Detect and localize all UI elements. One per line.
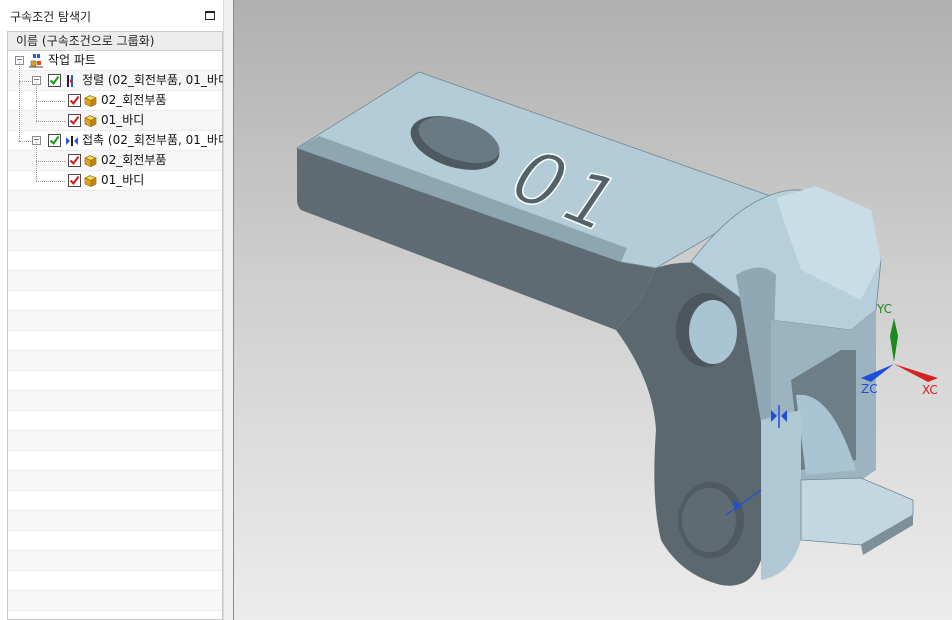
tree-row-part[interactable]: 01_바디	[8, 101, 222, 132]
empty-row	[8, 551, 222, 571]
column-header-name[interactable]: 이름 (구속조건으로 그룹화)	[8, 32, 222, 51]
tree-row-root[interactable]: − 작업 파트	[8, 51, 222, 71]
constraint-navigator-panel: 구속조건 탐색기 이름 (구속조건으로 그룹화) − 작업 파트 − 정렬 (0…	[0, 0, 234, 620]
part-cube-icon	[83, 173, 98, 192]
axis-label-x: XC	[922, 383, 938, 397]
empty-row	[8, 291, 222, 311]
empty-row	[8, 511, 222, 531]
part-label: 02_회전부품	[101, 153, 167, 167]
part-model[interactable]: 01 YC ZC XC	[234, 0, 952, 620]
empty-row	[8, 571, 222, 591]
tree-row-constraint[interactable]: − 접촉 (02_회전부품, 01_바디	[8, 81, 229, 152]
maximize-icon[interactable]	[205, 11, 215, 20]
empty-row	[8, 531, 222, 551]
axis-label-y: YC	[876, 302, 892, 316]
empty-row	[8, 311, 222, 331]
tree-label-root: 작업 파트	[48, 53, 96, 67]
part-cube-icon	[83, 93, 98, 112]
part-checkbox[interactable]	[68, 94, 81, 107]
touch-constraint-icon	[65, 133, 79, 152]
empty-row	[8, 231, 222, 251]
part-label: 01_바디	[101, 173, 145, 187]
empty-row	[8, 591, 222, 611]
part-checkbox[interactable]	[68, 154, 81, 167]
empty-row	[8, 371, 222, 391]
graphics-viewport[interactable]: 01 YC ZC XC	[233, 0, 952, 620]
empty-row	[8, 331, 222, 351]
empty-row	[8, 351, 222, 371]
tree-row-constraint[interactable]: − 정렬 (02_회전부품, 01_바디	[8, 62, 229, 92]
tree-row-part[interactable]: 01_바디	[8, 161, 222, 192]
tree-row-part[interactable]: 02_회전부품	[8, 82, 222, 112]
constraint-checkbox[interactable]	[48, 134, 61, 147]
part-cube-icon	[83, 113, 98, 132]
part-checkbox[interactable]	[68, 114, 81, 127]
empty-row	[8, 271, 222, 291]
axis-label-z: ZC	[861, 382, 878, 396]
align-constraint-icon	[65, 73, 75, 92]
panel-title: 구속조건 탐색기	[10, 10, 92, 24]
constraint-label: 정렬 (02_회전부품, 01_바디	[82, 73, 229, 87]
constraint-checkbox[interactable]	[48, 74, 61, 87]
constraint-label: 접촉 (02_회전부품, 01_바디	[82, 133, 229, 147]
tree-row-part[interactable]: 02_회전부품	[8, 142, 222, 172]
part-label: 01_바디	[101, 113, 145, 127]
empty-row	[8, 411, 222, 431]
part-cube-icon	[83, 153, 98, 172]
part-checkbox[interactable]	[68, 174, 81, 187]
empty-row	[8, 491, 222, 511]
assembly-root-icon	[28, 53, 44, 72]
empty-row	[8, 251, 222, 271]
constraint-tree: 이름 (구속조건으로 그룹화) − 작업 파트 − 정렬 (02_회전부품, 0…	[7, 31, 229, 620]
empty-row	[8, 471, 222, 491]
empty-row	[8, 451, 222, 471]
empty-row	[8, 391, 222, 411]
empty-row	[8, 211, 222, 231]
part-label: 02_회전부품	[101, 93, 167, 107]
empty-row	[8, 191, 222, 211]
empty-row	[8, 431, 222, 451]
